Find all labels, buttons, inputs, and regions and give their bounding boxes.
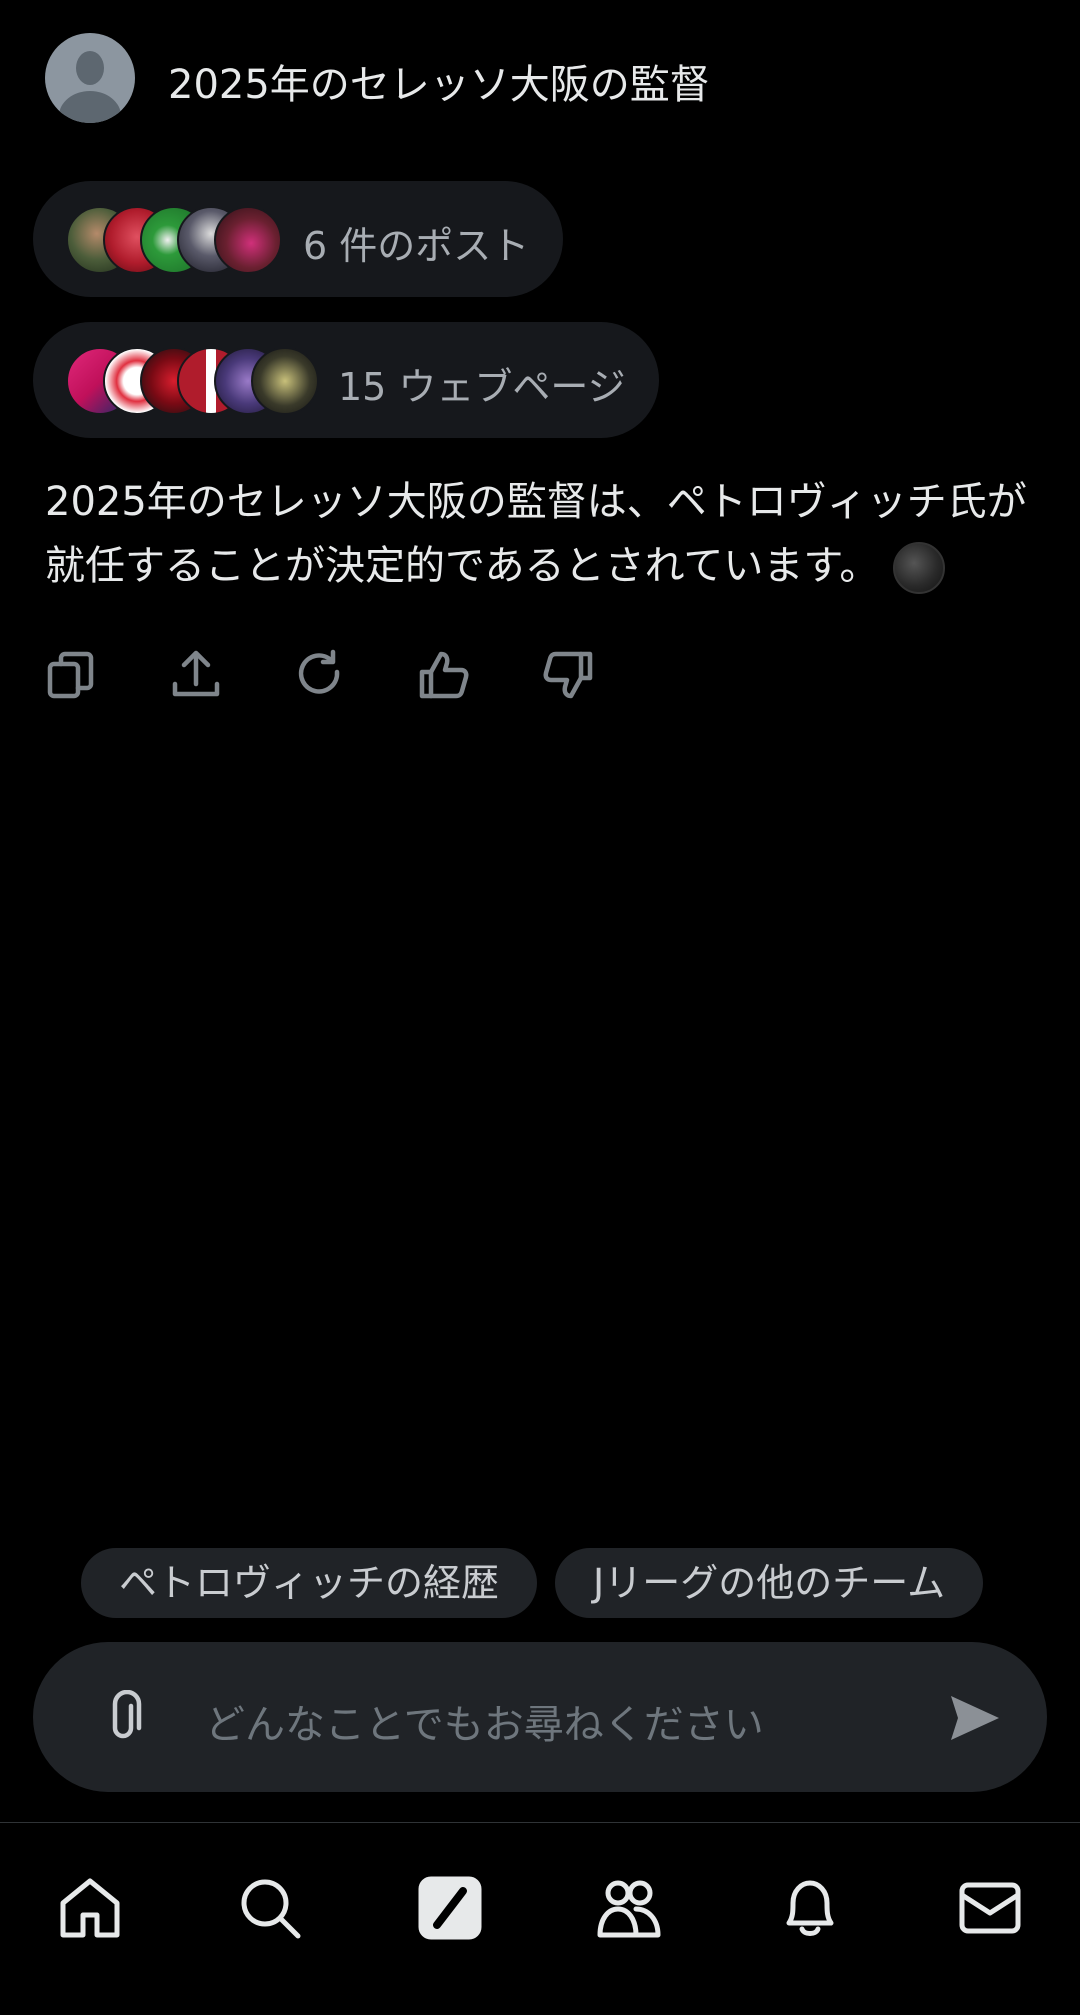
- posts-sources-button[interactable]: 6 件のポスト: [33, 181, 563, 297]
- suggestion-chip[interactable]: ペトロヴィッチの経歴: [81, 1548, 538, 1618]
- web-sources-button[interactable]: 15 ウェブページ: [33, 322, 659, 438]
- header: 2025年のセレッソ大阪の監督: [0, 0, 1080, 155]
- answer-paragraph: 2025年のセレッソ大阪の監督は、ペトロヴィッチ氏が就任することが決定的であると…: [45, 470, 1045, 598]
- web-source-favicon: [251, 347, 319, 415]
- message-composer[interactable]: どんなことでもお尋ねください: [33, 1642, 1047, 1792]
- notifications-icon[interactable]: [777, 1875, 843, 1941]
- thumbs-down-icon[interactable]: [541, 648, 595, 702]
- avatar-head: [76, 51, 104, 85]
- home-icon[interactable]: [57, 1875, 123, 1941]
- search-icon[interactable]: [237, 1875, 303, 1941]
- posts-avatar-stack: [66, 206, 282, 274]
- web-pages-count-label: 15 ウェブページ: [338, 365, 626, 409]
- paperclip-icon[interactable]: [95, 1689, 151, 1746]
- message-input[interactable]: どんなことでもお尋ねください: [205, 1692, 764, 1750]
- conversation-title: 2025年のセレッソ大阪の監督: [168, 62, 710, 108]
- citation-avatar-icon[interactable]: [893, 542, 946, 594]
- share-icon[interactable]: [169, 648, 223, 702]
- thumbs-up-icon[interactable]: [417, 648, 471, 702]
- post-source-avatar: [214, 206, 282, 274]
- web-avatar-stack: [66, 347, 319, 415]
- avatar-body: [59, 91, 121, 123]
- communities-icon[interactable]: [596, 1875, 662, 1941]
- copy-icon[interactable]: [45, 648, 99, 702]
- messages-icon[interactable]: [957, 1875, 1023, 1941]
- user-avatar-icon[interactable]: [45, 33, 135, 123]
- bottom-navigation: [0, 1823, 1080, 2015]
- posts-count-label: 6 件のポスト: [303, 224, 530, 268]
- regenerate-icon[interactable]: [293, 648, 347, 702]
- send-icon[interactable]: [947, 1690, 1003, 1746]
- answer-text: 2025年のセレッソ大阪の監督は、ペトロヴィッチ氏が就任することが決定的であると…: [45, 479, 1027, 589]
- grok-icon[interactable]: [417, 1875, 483, 1941]
- response-actions: [45, 648, 595, 702]
- suggestion-chip[interactable]: Jリーグの他のチーム: [555, 1548, 984, 1618]
